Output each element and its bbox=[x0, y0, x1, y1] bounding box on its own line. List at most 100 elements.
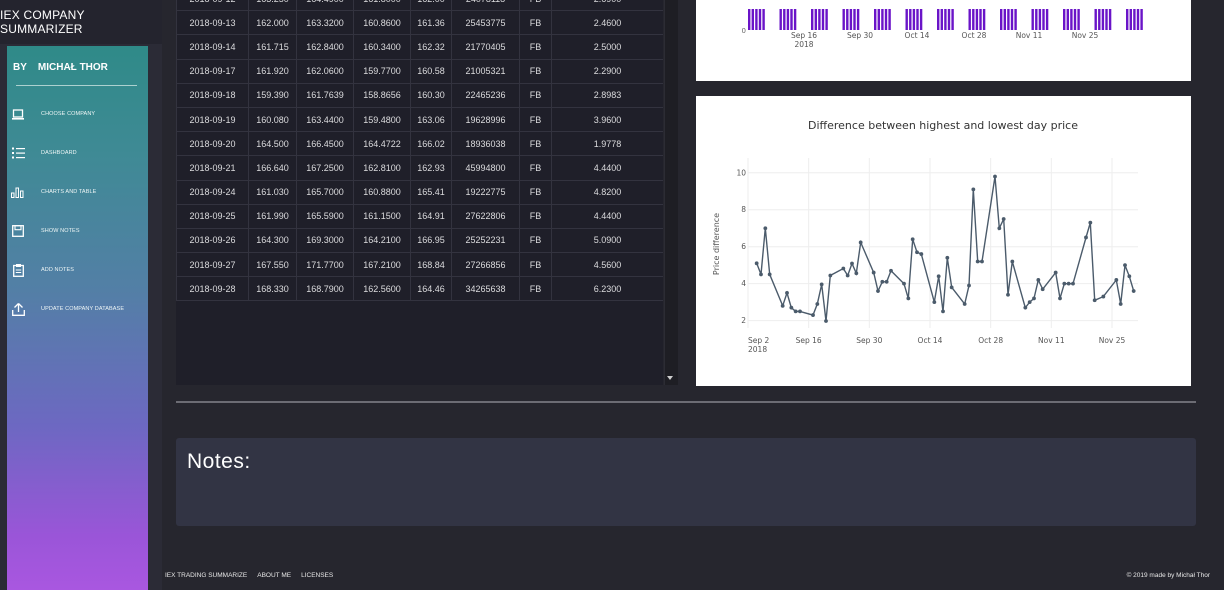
table-cell: 164.500 bbox=[248, 131, 297, 157]
table-row: 2018-09-14 161.715 162.8400 160.3400 162.32 2… bbox=[176, 34, 663, 60]
table-cell: FB bbox=[519, 203, 552, 229]
scroll-down-arrow-icon[interactable] bbox=[667, 376, 673, 380]
data-point bbox=[1062, 281, 1067, 286]
table-cell: 34265638 bbox=[451, 276, 520, 302]
table-cell: 2018-09-19 bbox=[176, 106, 249, 133]
volume-bar bbox=[888, 9, 891, 30]
table-cell: 162.5600 bbox=[353, 276, 411, 302]
data-point bbox=[1053, 270, 1058, 275]
data-point bbox=[763, 226, 768, 231]
volume-bar bbox=[968, 9, 971, 30]
volume-bar bbox=[1108, 9, 1112, 30]
table-cell: FB bbox=[519, 131, 552, 157]
nav-show-notes[interactable]: SHOW NOTES bbox=[7, 221, 148, 241]
volume-bar bbox=[1000, 9, 1003, 30]
table-cell: 168.84 bbox=[410, 252, 452, 278]
table-scrollbar[interactable] bbox=[664, 0, 678, 385]
data-point bbox=[858, 240, 863, 245]
table-cell: 162.0600 bbox=[296, 58, 354, 84]
nav-charts-and-table[interactable]: CHARTS AND TABLE bbox=[7, 182, 148, 202]
table-cell: 45994800 bbox=[451, 155, 520, 181]
volume-bar bbox=[821, 9, 825, 30]
volume-bar bbox=[975, 9, 979, 30]
footer-link-iex-trading-summarize[interactable]: IEX TRADING SUMMARIZE bbox=[165, 572, 247, 579]
volume-bar bbox=[783, 9, 786, 30]
table-cell: FB bbox=[519, 252, 552, 278]
author-block: BY MICHAŁ THOR bbox=[7, 46, 148, 88]
table-row: 2018-09-20 164.500 166.4500 164.4722 166.02 1… bbox=[176, 131, 663, 157]
nav-choose-company[interactable]: CHOOSE COMPANY bbox=[7, 104, 148, 124]
data-point bbox=[759, 272, 763, 277]
data-point bbox=[828, 273, 833, 278]
volume-bar bbox=[940, 9, 943, 30]
table-row: 2018-09-26 164.300 169.3000 164.2100 166.95 2… bbox=[176, 227, 663, 254]
table-cell: FB bbox=[519, 10, 552, 36]
table-cell: 161.1500 bbox=[353, 203, 411, 229]
table-cell: 159.7700 bbox=[353, 58, 411, 84]
table-cell: 159.390 bbox=[248, 82, 297, 108]
author-prefix: BY bbox=[13, 61, 27, 73]
table-cell: 161.920 bbox=[248, 58, 297, 84]
table-cell: 164.2100 bbox=[353, 227, 411, 254]
table-cell: 2018-09-17 bbox=[176, 58, 249, 84]
table-cell: 3.9600 bbox=[551, 106, 663, 133]
data-point bbox=[1123, 263, 1127, 268]
data-point bbox=[915, 250, 919, 255]
data-point bbox=[936, 274, 941, 279]
table-cell: 2018-09-27 bbox=[176, 252, 249, 278]
volume-bar bbox=[825, 9, 828, 30]
table-cell: 162.8100 bbox=[353, 155, 411, 181]
table-cell: 167.2500 bbox=[296, 155, 354, 181]
app-title: IEX COMPANY SUMMARIZER bbox=[0, 0, 162, 44]
footer-link-about-me[interactable]: ABOUT ME bbox=[257, 572, 291, 579]
data-point bbox=[919, 252, 924, 256]
nav-add-notes[interactable]: ADD NOTES bbox=[7, 260, 148, 280]
volume-bar bbox=[1031, 9, 1034, 30]
x-tick-label: Oct 28 bbox=[962, 31, 987, 40]
nav-dashboard[interactable]: DASHBOARD bbox=[7, 143, 148, 163]
volume-bar bbox=[1077, 9, 1080, 30]
table-cell: 161.715 bbox=[248, 34, 297, 60]
volume-bar bbox=[916, 9, 919, 30]
table-cell: 19222775 bbox=[451, 179, 520, 205]
data-point bbox=[967, 283, 971, 288]
x-tick-label: Nov 11 bbox=[1038, 336, 1065, 345]
table-cell: 4.8200 bbox=[551, 179, 663, 205]
volume-bar bbox=[1014, 9, 1017, 30]
table-cell: 2018-09-13 bbox=[176, 10, 249, 36]
table-cell: 162.32 bbox=[410, 34, 452, 60]
volume-bar bbox=[1105, 9, 1108, 30]
nav-update-company-database[interactable]: UPDATE COMPANY DATABASE bbox=[7, 299, 148, 319]
volume-bar bbox=[818, 9, 821, 30]
y-tick-label: 2 bbox=[741, 316, 746, 325]
table-cell: 167.2100 bbox=[353, 252, 411, 278]
footer-links: IEX TRADING SUMMARIZE ABOUT ME LICENSES bbox=[165, 569, 333, 581]
table-cell: 2.5000 bbox=[551, 34, 663, 60]
table-row: 2018-09-25 161.990 165.5900 161.1500 164.91 2… bbox=[176, 203, 663, 229]
volume-bar bbox=[951, 9, 954, 30]
table-cell: 5.0900 bbox=[551, 227, 663, 254]
data-point bbox=[1131, 289, 1136, 293]
volume-bar bbox=[1126, 9, 1129, 30]
table-cell: FB bbox=[519, 0, 552, 12]
data-point bbox=[789, 305, 794, 310]
data-point bbox=[1032, 296, 1036, 301]
table-cell: FB bbox=[519, 276, 552, 302]
table-cell: 2.8983 bbox=[551, 82, 663, 108]
table-cell: 2018-09-25 bbox=[176, 203, 249, 229]
table-cell: 164.4722 bbox=[353, 131, 411, 157]
data-point bbox=[910, 237, 915, 242]
x-tick-label: Sep 16 2018 bbox=[791, 31, 817, 49]
data-point bbox=[941, 309, 945, 314]
price-difference-chart: Difference between highest and lowest da… bbox=[696, 96, 1191, 386]
table-cell: 161.030 bbox=[248, 179, 297, 205]
x-tick-label: Sep 30 bbox=[847, 31, 873, 40]
data-point bbox=[1006, 292, 1010, 297]
footer-link-licenses[interactable]: LICENSES bbox=[301, 572, 333, 579]
table-cell: 166.4500 bbox=[296, 131, 354, 157]
table-row: 2018-09-27 167.550 171.7700 167.2100 168.84 2… bbox=[176, 252, 663, 278]
table-cell: 164.4900 bbox=[296, 0, 354, 12]
table-cell: FB bbox=[519, 106, 552, 133]
table-cell: 161.7639 bbox=[296, 82, 354, 108]
volume-bar bbox=[919, 9, 923, 30]
